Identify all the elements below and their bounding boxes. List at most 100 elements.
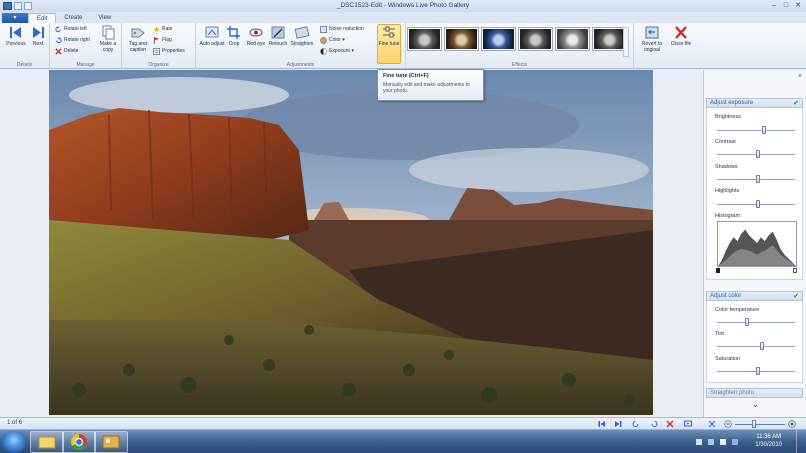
tag-caption-button[interactable]: Tag and caption (124, 25, 152, 53)
exposure-button[interactable]: Exposure ▾ (320, 47, 354, 56)
folder-icon (38, 436, 56, 449)
adjustments-group: Auto adjust Crop Red eye Retouch Straigh… (196, 23, 406, 69)
fine-tune-panel: × Adjust exposure ✔ Brightness Contrast … (703, 70, 806, 417)
close-file-button[interactable]: Close file (668, 25, 694, 47)
rotate-right-button[interactable]: Rotate right (55, 36, 90, 45)
straighten-photo-title: Straighten photo (710, 390, 755, 396)
next-icon (33, 27, 44, 38)
show-desktop-button[interactable] (796, 430, 806, 453)
properties-button[interactable]: Properties (153, 47, 185, 56)
adjustments-group-label: Adjustments (286, 62, 315, 68)
previous-icon (10, 27, 21, 38)
color-button[interactable]: Color ▾ (320, 36, 345, 45)
histogram-label: Histogram (715, 213, 741, 219)
adjust-color-header[interactable]: Adjust color ✔ (706, 291, 803, 301)
zoom-slider-thumb[interactable] (752, 420, 756, 428)
straighten-icon (294, 26, 310, 39)
histogram-black-point-handle[interactable] (716, 268, 720, 273)
taskbar-photo-gallery[interactable] (94, 431, 128, 453)
app-menu-button[interactable]: ▾ (2, 13, 28, 23)
effect-yellow-filter[interactable] (556, 28, 589, 50)
histogram-white-point-handle[interactable] (793, 268, 797, 273)
brightness-slider-thumb[interactable] (761, 126, 766, 134)
delete-button[interactable]: Delete (55, 47, 78, 56)
noise-reduction-button[interactable]: Noise reduction (320, 25, 364, 34)
fit-to-window-icon[interactable] (708, 420, 716, 428)
tint-label: Tint (715, 331, 724, 337)
revert-icon (645, 26, 659, 39)
photo-workspace (0, 70, 703, 417)
zoom-slider[interactable] (735, 424, 785, 425)
tag-icon (131, 28, 145, 38)
rate-button[interactable]: ★ Rate (153, 25, 173, 34)
effect-orange-filter[interactable] (519, 28, 552, 50)
zoom-in-icon[interactable] (788, 420, 796, 428)
clock[interactable]: 11:36 AM 1/30/2010 (755, 433, 782, 449)
rotate-left-status-icon[interactable] (632, 420, 640, 428)
next-photo-icon[interactable] (614, 420, 622, 428)
slideshow-icon[interactable] (684, 420, 692, 428)
rotate-right-status-icon[interactable] (650, 420, 658, 428)
tint-slider-thumb[interactable] (760, 342, 765, 350)
system-tray: 11:36 AM 1/30/2010 (666, 430, 806, 453)
landscape-photo[interactable] (49, 70, 653, 415)
taskbar: 11:36 AM 1/30/2010 (0, 429, 806, 453)
panel-expand-chevron-icon[interactable]: ⌄ (704, 400, 806, 409)
star-icon: ★ (153, 25, 161, 34)
taskbar-chrome[interactable] (62, 431, 96, 453)
shadows-slider-thumb[interactable] (756, 175, 761, 183)
first-photo-icon[interactable] (598, 420, 606, 428)
tab-view[interactable]: View (90, 13, 119, 23)
minimize-button[interactable]: – (768, 1, 780, 11)
zoom-out-icon[interactable] (724, 420, 732, 428)
revert-to-original-button[interactable]: Revert to original (636, 25, 668, 53)
highlights-slider-thumb[interactable] (756, 200, 761, 208)
flag-icon (153, 37, 160, 44)
make-copy-button[interactable]: Make a copy (95, 25, 121, 53)
details-group-label: Details (16, 62, 33, 68)
chrome-icon (70, 433, 87, 451)
saturation-label: Saturation (715, 356, 741, 362)
maximize-button[interactable]: □ (780, 1, 792, 11)
shadows-label: Shadows (715, 164, 738, 170)
color-icon (320, 37, 327, 44)
saturation-slider-thumb[interactable] (756, 367, 761, 375)
next-button[interactable]: Next (24, 25, 52, 47)
color-temperature-slider[interactable] (717, 322, 795, 323)
status-bar: 1 of 6 (0, 417, 806, 429)
effects-group-label: Effects (511, 62, 528, 68)
flag-button[interactable]: Flag (153, 36, 172, 45)
effect-red-filter[interactable] (593, 28, 626, 50)
start-button[interactable] (2, 431, 26, 453)
brightness-slider[interactable] (717, 130, 795, 131)
effects-scroll-button[interactable] (623, 27, 629, 57)
highlights-label: Highlights (715, 188, 740, 194)
straighten-button[interactable]: Straighten (287, 25, 317, 47)
effect-black-white[interactable] (408, 28, 441, 50)
taskbar-explorer[interactable] (30, 431, 64, 453)
tab-edit[interactable]: Edit (28, 13, 57, 23)
rotate-right-icon (56, 37, 62, 44)
tray-icons[interactable] (696, 438, 756, 446)
effect-sepia[interactable] (445, 28, 478, 50)
contrast-slider-thumb[interactable] (756, 150, 761, 158)
brightness-label: Brightness (715, 114, 741, 120)
contrast-label: Contrast (715, 139, 736, 145)
delete-icon (55, 48, 62, 55)
rotate-left-button[interactable]: Rotate left (55, 25, 87, 34)
adjust-exposure-title: Adjust exposure (710, 100, 754, 106)
straighten-photo-header[interactable]: Straighten photo (706, 388, 803, 398)
clock-time: 11:36 AM (756, 434, 782, 440)
tab-create[interactable]: Create (56, 13, 90, 23)
effect-cyan[interactable] (482, 28, 515, 50)
delete-status-icon[interactable] (666, 420, 674, 428)
tooltip-title: Fine tune (Ctrl+F) (383, 73, 429, 79)
adjust-exposure-header[interactable]: Adjust exposure ✔ (706, 98, 803, 108)
tint-slider[interactable] (717, 346, 795, 347)
panel-close-icon[interactable]: × (798, 73, 802, 80)
rotate-left-icon (55, 26, 61, 33)
fine-tune-button[interactable]: Fine tune (377, 24, 401, 64)
close-window-button[interactable]: ✕ (792, 1, 804, 11)
adjust-color-section: Color temperature Tint Saturation (706, 301, 803, 383)
color-temperature-slider-thumb[interactable] (744, 318, 749, 326)
